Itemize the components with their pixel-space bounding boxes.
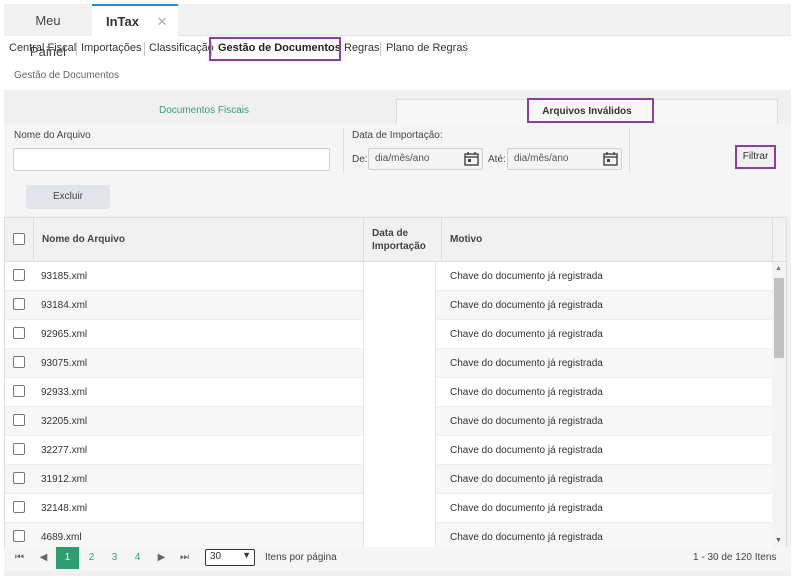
file-name-cell: 92933.xml (41, 387, 88, 398)
file-name-label: Nome do Arquivo (14, 130, 91, 141)
window-tab-meu-painel[interactable]: Meu Painel (4, 5, 92, 59)
page-button[interactable]: 4 (126, 547, 149, 569)
next-page-icon[interactable]: ▶ (150, 547, 173, 569)
row-checkbox[interactable] (13, 356, 25, 368)
per-page-label: Itens por página (265, 552, 337, 563)
row-checkbox[interactable] (13, 327, 25, 339)
file-name-cell: 93185.xml (41, 271, 88, 282)
row-checkbox[interactable] (13, 501, 25, 513)
file-name-input[interactable] (13, 148, 330, 171)
column-header-label: Motivo (450, 234, 483, 245)
chevron-down-icon: ▼ (242, 550, 251, 560)
window-tab-bar: Meu Painel InTax ✕ (4, 4, 791, 59)
reason-cell: Chave do documento já registrada (450, 387, 603, 398)
prev-page-icon[interactable]: ◀ (32, 547, 55, 569)
from-date-value: dia/mês/ano (375, 153, 430, 164)
row-checkbox[interactable] (13, 385, 25, 397)
reason-cell: Chave do documento já registrada (450, 271, 603, 282)
row-checkbox[interactable] (13, 298, 25, 310)
page-button[interactable]: 1 (56, 547, 79, 569)
vertical-scrollbar[interactable]: ▲ ▼ (772, 262, 786, 547)
breadcrumb: Gestão de Documentos (14, 70, 120, 81)
to-label: Até: (488, 154, 506, 165)
scroll-up-icon[interactable]: ▲ (775, 265, 782, 272)
delete-button[interactable]: Excluir (26, 185, 110, 209)
row-checkbox[interactable] (13, 443, 25, 455)
calendar-icon[interactable] (463, 151, 480, 167)
row-checkbox[interactable] (13, 472, 25, 484)
to-date-value: dia/mês/ano (514, 153, 569, 164)
page-button[interactable]: 2 (80, 547, 103, 569)
column-header-label: Data de Importação (372, 228, 426, 252)
reason-cell: Chave do documento já registrada (450, 503, 603, 514)
nav-divider (465, 42, 466, 56)
reason-cell: Chave do documento já registrada (450, 329, 603, 340)
file-name-cell: 92965.xml (41, 329, 88, 340)
column-header-reason[interactable]: Motivo (441, 218, 772, 262)
window-tab-intax[interactable]: InTax ✕ (92, 4, 178, 37)
pager-summary: 1 - 30 de 120 Itens (693, 552, 777, 563)
file-name-cell: 32148.xml (41, 503, 88, 514)
close-icon[interactable]: ✕ (157, 14, 168, 29)
divider (629, 128, 630, 172)
calendar-icon[interactable] (602, 151, 619, 167)
tab-documentos-fiscais[interactable]: Documentos Fiscais (12, 99, 396, 125)
file-name-cell: 32277.xml (41, 445, 88, 456)
import-date-column (363, 262, 436, 547)
reason-cell: Chave do documento já registrada (450, 300, 603, 311)
highlight-box-tab (527, 98, 654, 123)
nav-item-importacoes[interactable]: Importações (81, 42, 142, 54)
grid-header: Nome do Arquivo Data de Importação Motivo (5, 218, 786, 262)
file-name-cell: 31912.xml (41, 474, 88, 485)
column-header-spacer (772, 218, 786, 262)
column-header-import-date[interactable]: Data de Importação (363, 218, 441, 262)
nav-item-regras[interactable]: Regras (344, 42, 379, 54)
file-name-cell: 93184.xml (41, 300, 88, 311)
row-checkbox[interactable] (13, 414, 25, 426)
divider (343, 128, 344, 172)
filter-button[interactable]: Filtrar (735, 145, 776, 169)
scroll-down-icon[interactable]: ▼ (775, 537, 782, 544)
nav-divider (144, 42, 145, 56)
nav-item-plano-regras[interactable]: Plano de Regras (386, 42, 468, 54)
last-page-icon[interactable]: ⏭ (173, 547, 196, 569)
pager: ⏮ ◀ 1 2 3 4 ▶ ⏭ 30 ▼ Itens por página 1 … (4, 547, 791, 571)
reason-cell: Chave do documento já registrada (450, 445, 603, 456)
column-header-file[interactable]: Nome do Arquivo (33, 218, 363, 262)
page-button[interactable]: 3 (103, 547, 126, 569)
to-date-input[interactable]: dia/mês/ano (507, 148, 622, 170)
file-name-cell: 32205.xml (41, 416, 88, 427)
row-checkbox[interactable] (13, 269, 25, 281)
file-name-cell: 93075.xml (41, 358, 88, 369)
reason-cell: Chave do documento já registrada (450, 474, 603, 485)
nav-divider (76, 42, 77, 56)
nav-item-central-fiscal[interactable]: Central Fiscal (9, 42, 76, 54)
nav-divider (380, 42, 381, 56)
column-header-label: Nome do Arquivo (42, 234, 125, 245)
select-all-checkbox[interactable] (13, 233, 25, 245)
from-date-input[interactable]: dia/mês/ano (368, 148, 483, 170)
main-nav: Central Fiscal Importações Classificação… (4, 38, 791, 60)
row-checkbox[interactable] (13, 530, 25, 542)
highlight-box-nav (209, 37, 341, 61)
file-name-cell: 4689.xml (41, 532, 82, 543)
invalid-files-grid: Nome do Arquivo Data de Importação Motivo… (4, 217, 787, 547)
page-size-value: 30 (210, 551, 222, 562)
scrollbar-thumb[interactable] (774, 278, 784, 358)
first-page-icon[interactable]: ⏮ (8, 547, 31, 569)
nav-item-classificacao[interactable]: Classificação (149, 42, 214, 54)
import-date-label: Data de Importação: (352, 130, 443, 141)
reason-cell: Chave do documento já registrada (450, 358, 603, 369)
reason-cell: Chave do documento já registrada (450, 532, 603, 543)
from-label: De: (352, 154, 368, 165)
page-size-select[interactable]: 30 ▼ (205, 549, 255, 566)
window-tab-label: InTax (106, 14, 139, 29)
reason-cell: Chave do documento já registrada (450, 416, 603, 427)
